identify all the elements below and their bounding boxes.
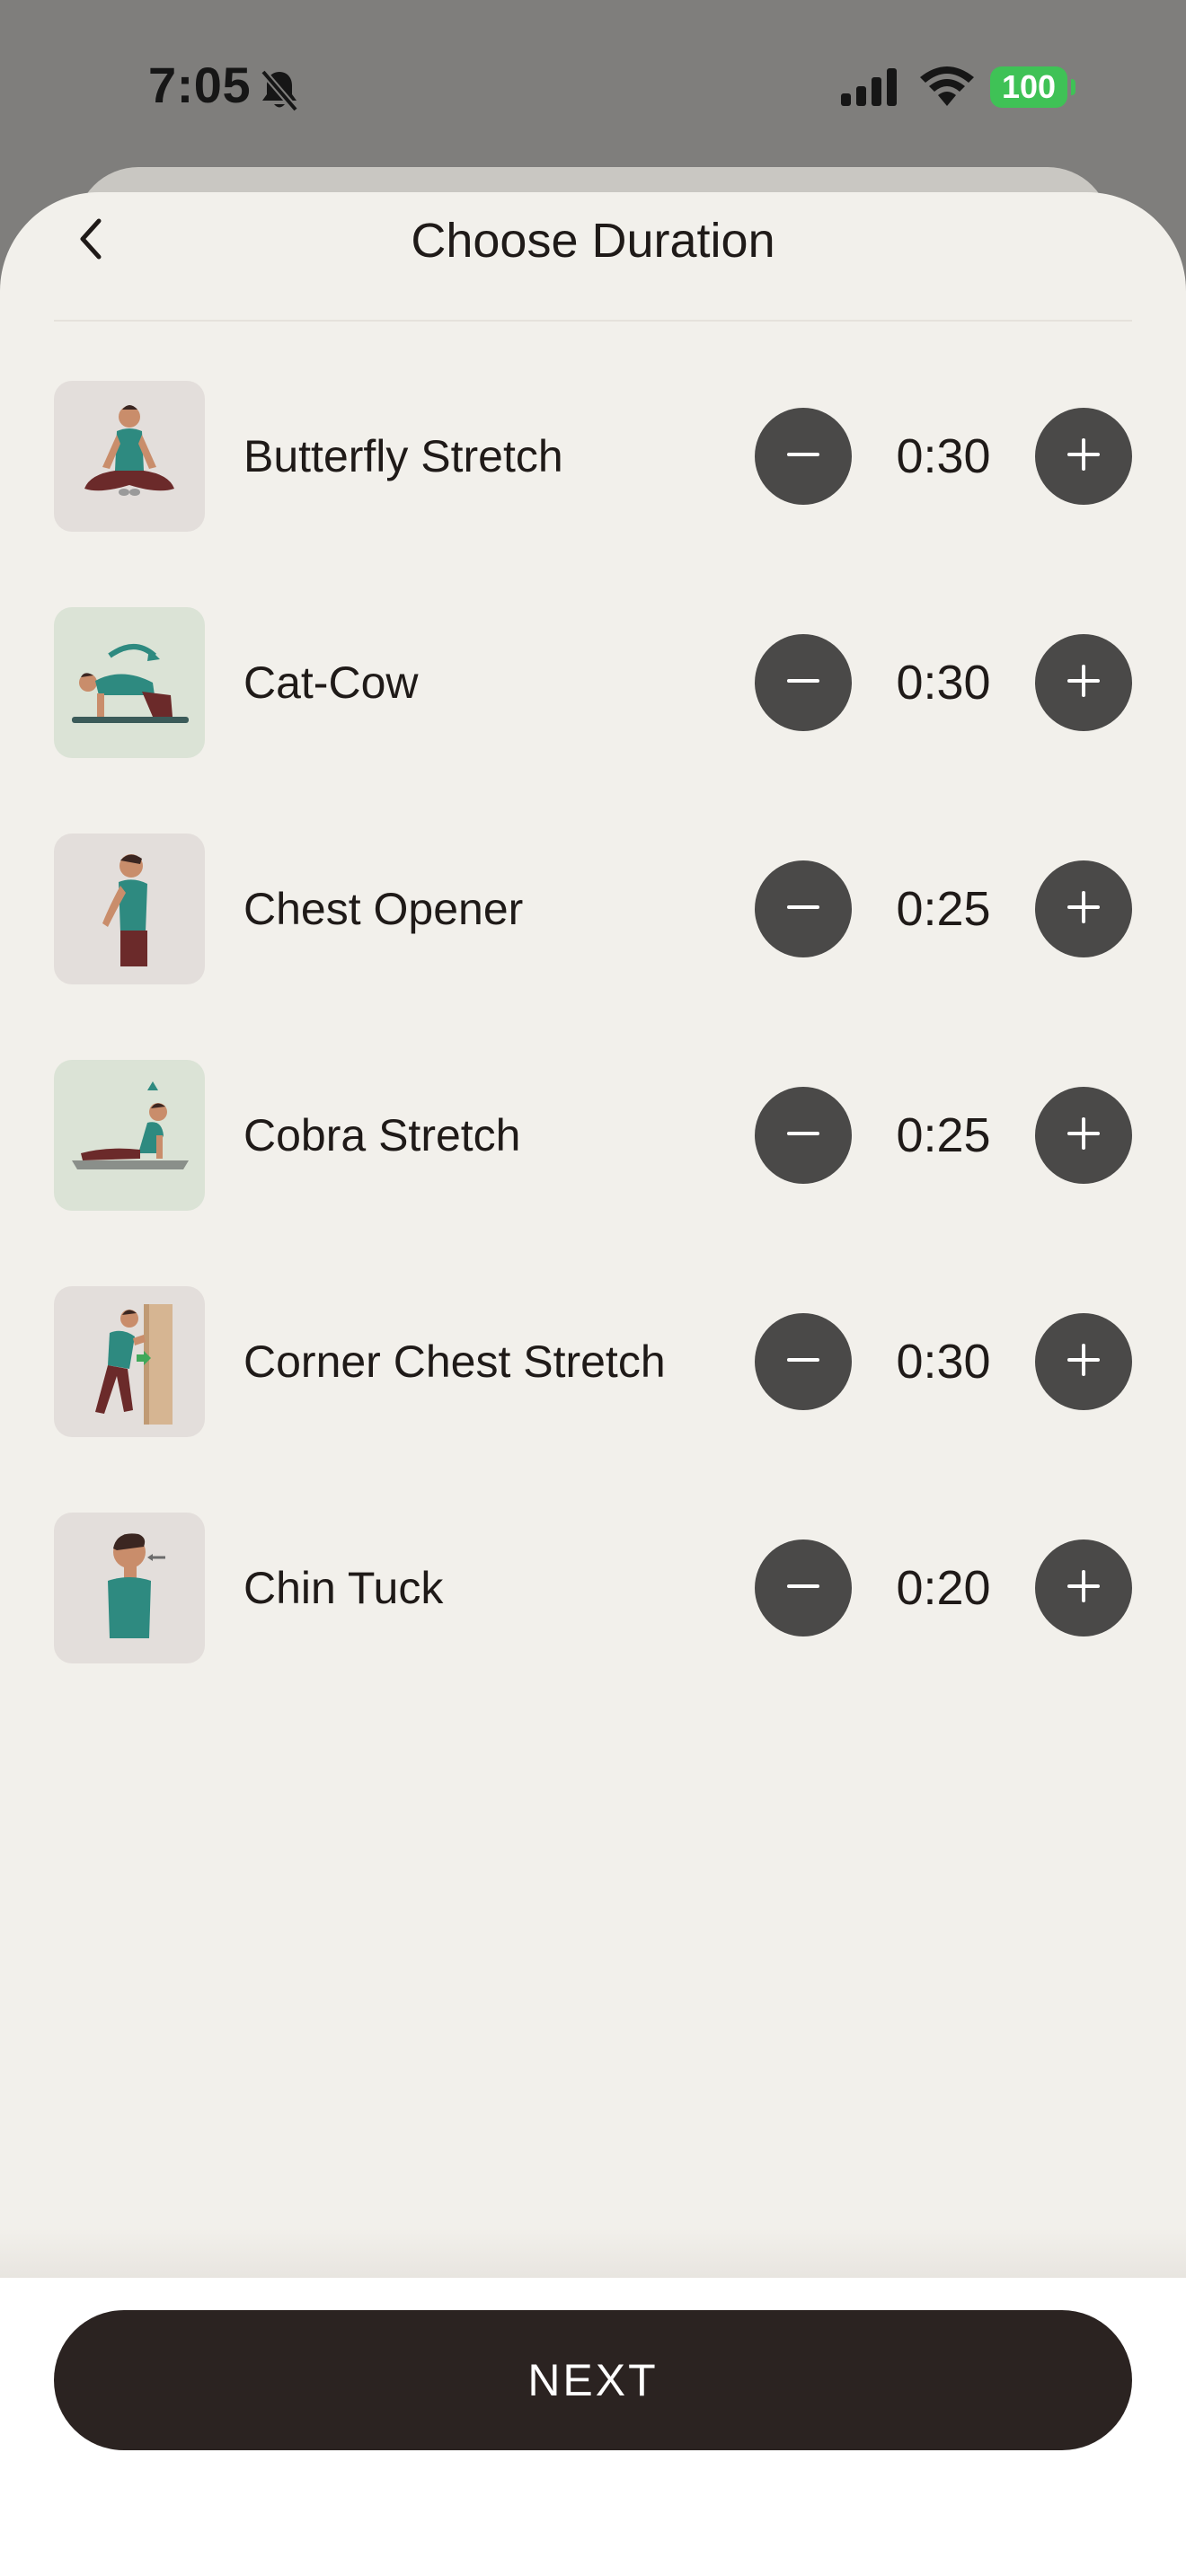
chin-tuck-illustration <box>54 1513 205 1663</box>
exercise-name: Chin Tuck <box>243 1563 444 1613</box>
exercise-name: Cat-Cow <box>243 657 419 708</box>
decrease-duration-button[interactable] <box>755 1313 852 1410</box>
minus-icon <box>785 889 821 930</box>
header-divider <box>54 320 1132 322</box>
increase-duration-button[interactable] <box>1035 1087 1132 1184</box>
footer-fade <box>0 2228 1186 2278</box>
increase-duration-button[interactable] <box>1035 1539 1132 1636</box>
minus-icon <box>785 1568 821 1609</box>
next-button[interactable]: NEXT <box>54 2310 1132 2450</box>
status-bar: 7:05 100 <box>0 0 1186 171</box>
exercise-row: Chest Opener 0:25 <box>54 834 1132 984</box>
status-time: 7:05 <box>148 57 252 113</box>
footer: NEXT <box>0 2278 1186 2576</box>
cellular-signal-icon <box>839 66 902 108</box>
butterfly-stretch-illustration <box>54 381 205 532</box>
cobra-stretch-illustration <box>54 1060 205 1211</box>
exercise-name: Butterfly Stretch <box>243 431 563 481</box>
decrease-duration-button[interactable] <box>755 1087 852 1184</box>
exercise-row: Corner Chest Stretch 0:30 <box>54 1286 1132 1437</box>
duration-value: 0:25 <box>896 882 991 936</box>
exercise-row: Cobra Stretch 0:25 <box>54 1060 1132 1211</box>
plus-icon <box>1066 663 1102 703</box>
increase-duration-button[interactable] <box>1035 634 1132 731</box>
increase-duration-button[interactable] <box>1035 860 1132 957</box>
increase-duration-button[interactable] <box>1035 1313 1132 1410</box>
chest-opener-illustration <box>54 834 205 984</box>
exercise-row: Butterfly Stretch 0:30 <box>54 381 1132 532</box>
exercise-name: Chest Opener <box>243 884 524 934</box>
minus-icon <box>785 1342 821 1382</box>
duration-value: 0:20 <box>896 1561 991 1615</box>
decrease-duration-button[interactable] <box>755 1539 852 1636</box>
duration-value: 0:30 <box>896 1335 991 1389</box>
decrease-duration-button[interactable] <box>755 408 852 505</box>
plus-icon <box>1066 889 1102 930</box>
minus-icon <box>785 437 821 477</box>
plus-icon <box>1066 1116 1102 1156</box>
plus-icon <box>1066 1568 1102 1609</box>
wifi-icon <box>918 65 976 110</box>
increase-duration-button[interactable] <box>1035 408 1132 505</box>
decrease-duration-button[interactable] <box>755 634 852 731</box>
page-title: Choose Duration <box>411 214 775 268</box>
decrease-duration-button[interactable] <box>755 860 852 957</box>
battery-tip <box>1071 79 1075 95</box>
duration-value: 0:30 <box>896 656 991 710</box>
plus-icon <box>1066 1342 1102 1382</box>
exercise-name: Cobra Stretch <box>243 1110 521 1160</box>
minus-icon <box>785 1116 821 1156</box>
chevron-left-icon <box>74 216 110 267</box>
minus-icon <box>785 663 821 703</box>
exercise-list: Butterfly Stretch 0:30 Cat-Cow 0:30 Ches… <box>54 381 1132 1739</box>
plus-icon <box>1066 437 1102 477</box>
back-button[interactable] <box>63 212 120 269</box>
corner-chest-stretch-illustration <box>54 1286 205 1437</box>
exercise-row: Cat-Cow 0:30 <box>54 607 1132 758</box>
cat-cow-illustration <box>54 607 205 758</box>
duration-value: 0:25 <box>896 1108 991 1162</box>
battery-indicator: 100 <box>990 66 1067 108</box>
bell-slash-icon <box>256 66 303 113</box>
exercise-name: Corner Chest Stretch <box>243 1337 666 1387</box>
duration-value: 0:30 <box>896 429 991 483</box>
exercise-row: Chin Tuck 0:20 <box>54 1513 1132 1663</box>
